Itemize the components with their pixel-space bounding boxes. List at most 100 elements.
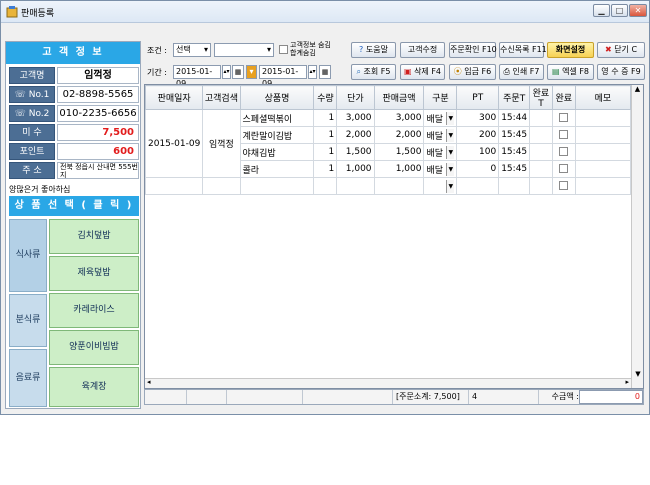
col-done-time[interactable]: 완료T — [529, 85, 553, 110]
item-cell[interactable]: 계란말이김밥 — [239, 126, 315, 144]
done-checkbox-cell[interactable] — [551, 160, 576, 178]
amount-cell[interactable]: 1,500 — [373, 143, 425, 161]
minimize-button[interactable]: ▁ — [593, 4, 610, 17]
empty-cell[interactable] — [529, 177, 553, 195]
qty-cell[interactable]: 1 — [313, 126, 338, 144]
help-button[interactable]: ? 도움말 — [351, 42, 396, 58]
received-amount-input[interactable]: 0 — [579, 390, 643, 404]
order-time-cell[interactable]: 15:44 — [498, 109, 531, 127]
price-cell[interactable]: 1,500 — [336, 143, 375, 161]
menu-curry-rice[interactable]: 카레라이스 — [49, 293, 139, 328]
chevron-down-icon[interactable]: ▼ — [446, 111, 455, 125]
scroll-up-icon[interactable]: ▲ — [632, 85, 643, 97]
chevron-down-icon[interactable]: ▼ — [446, 162, 455, 176]
period-dropdown[interactable]: ▾ — [246, 65, 257, 79]
empty-cell[interactable] — [336, 177, 375, 195]
price-cell[interactable]: 1,000 — [336, 160, 375, 178]
order-check-button[interactable]: 주문확인 F10 — [449, 42, 497, 58]
item-cell[interactable]: 스페셜떡볶이 — [239, 109, 315, 127]
menu-kimchi-rice[interactable]: 김치덮밥 — [49, 219, 139, 254]
empty-cell[interactable] — [313, 177, 338, 195]
empty-cell[interactable] — [373, 177, 425, 195]
memo-cell[interactable] — [574, 109, 632, 127]
col-amount[interactable]: 판매금액 — [373, 85, 425, 110]
empty-cell[interactable] — [145, 177, 204, 195]
qty-cell[interactable]: 1 — [313, 109, 338, 127]
type-cell[interactable]: 배달 ▼ — [423, 126, 458, 144]
sale-date-cell[interactable]: 2015-01-09 — [145, 109, 204, 178]
done-checkbox[interactable] — [559, 164, 569, 173]
table-row[interactable]: 2015-01-09 임꺽정 스페셜떡볶이 1 3,000 3,000 배달 ▼ … — [145, 109, 632, 178]
type-cell[interactable]: 배달 ▼ — [423, 143, 458, 161]
recv-list-button[interactable]: 수신목록 F11 — [499, 42, 547, 58]
done-checkbox-cell[interactable] — [551, 126, 576, 144]
done-checkbox-cell[interactable] — [551, 109, 576, 127]
delete-button[interactable]: ▣ 삭제 F4 — [400, 64, 445, 80]
price-cell[interactable]: 2,000 — [336, 126, 375, 144]
amount-cell[interactable]: 1,000 — [373, 160, 425, 178]
calendar-icon[interactable]: ▦ — [232, 65, 244, 79]
amount-cell[interactable]: 2,000 — [373, 126, 425, 144]
item-cell[interactable]: 콜라 — [239, 160, 315, 178]
col-qty[interactable]: 수량 — [313, 85, 338, 110]
category-snack[interactable]: 분식류 — [9, 294, 47, 347]
col-sale-date[interactable]: 판매일자 — [145, 85, 204, 110]
done-checkbox-cell[interactable] — [551, 143, 576, 161]
pt-cell[interactable]: 200 — [456, 126, 500, 144]
chevron-down-icon[interactable]: ▼ — [446, 128, 455, 142]
chevron-down-icon[interactable]: ▼ — [446, 179, 455, 193]
done-checkbox[interactable] — [559, 147, 569, 156]
menu-bibimbap[interactable]: 양푼이비빔밥 — [49, 330, 139, 365]
chevron-down-icon[interactable]: ▼ — [446, 145, 455, 159]
condition-select[interactable]: 선택 ▾ — [173, 43, 211, 57]
order-time-cell[interactable]: 15:45 — [498, 160, 531, 178]
done-time-cell[interactable] — [529, 160, 553, 178]
date-to-spinner[interactable]: ▴▾ — [308, 65, 317, 79]
col-item-name[interactable]: 상품명 — [239, 85, 315, 110]
memo-cell[interactable] — [574, 160, 632, 178]
hide-info-checkbox[interactable] — [279, 45, 288, 54]
done-checkbox-cell[interactable] — [551, 177, 576, 195]
col-memo[interactable]: 메모 — [574, 85, 632, 110]
screen-setting-button[interactable]: 화면설정 — [547, 42, 594, 58]
qty-cell[interactable]: 1 — [313, 143, 338, 161]
type-cell[interactable]: ▼ — [423, 177, 458, 195]
maximize-button[interactable]: □ — [611, 4, 628, 17]
type-cell[interactable]: 배달 ▼ — [423, 160, 458, 178]
price-cell[interactable]: 3,000 — [336, 109, 375, 127]
condition-input[interactable]: ▾ — [214, 43, 274, 57]
memo-cell[interactable] — [574, 126, 632, 144]
close-window-button[interactable]: ✕ — [629, 4, 647, 17]
category-drink[interactable]: 음료류 — [9, 349, 47, 407]
order-time-cell[interactable]: 15:45 — [498, 143, 531, 161]
empty-cell[interactable] — [498, 177, 531, 195]
done-time-cell[interactable] — [529, 126, 553, 144]
col-type[interactable]: 구분 — [423, 85, 458, 110]
col-customer-search[interactable]: 고객검색 — [202, 85, 241, 110]
table-row-empty[interactable]: ▼ — [145, 177, 632, 195]
done-time-cell[interactable] — [529, 143, 553, 161]
col-done[interactable]: 완료 — [551, 85, 576, 110]
done-checkbox[interactable] — [559, 130, 569, 139]
deposit-button[interactable]: ⦿ 입금 F6 — [449, 64, 496, 80]
empty-cell[interactable] — [202, 177, 241, 195]
category-meal[interactable]: 식사류 — [9, 219, 47, 292]
scroll-left-icon[interactable]: ◂ — [147, 378, 151, 386]
pt-cell[interactable]: 100 — [456, 143, 500, 161]
done-checkbox[interactable] — [559, 181, 569, 190]
memo-cell[interactable] — [574, 143, 632, 161]
order-time-cell[interactable]: 15:45 — [498, 126, 531, 144]
excel-button[interactable]: ▤ 엑셀 F8 — [547, 64, 594, 80]
date-to-input[interactable]: 2015-01-09 — [259, 65, 307, 88]
search-button[interactable]: ⌕ 조회 F5 — [351, 64, 396, 80]
empty-cell[interactable] — [456, 177, 500, 195]
pt-cell[interactable]: 0 — [456, 160, 500, 178]
col-order-time[interactable]: 주문T — [498, 85, 531, 110]
horizontal-scrollbar[interactable]: ◂ ▸ — [145, 378, 631, 388]
edit-customer-button[interactable]: 고객수정 — [400, 42, 445, 58]
vertical-scrollbar[interactable]: ▲ ▼ — [631, 85, 643, 388]
col-unit-price[interactable]: 단가 — [336, 85, 375, 110]
empty-cell[interactable] — [574, 177, 632, 195]
menu-jeyuk-rice[interactable]: 제육덮밥 — [49, 256, 139, 291]
pt-cell[interactable]: 300 — [456, 109, 500, 127]
